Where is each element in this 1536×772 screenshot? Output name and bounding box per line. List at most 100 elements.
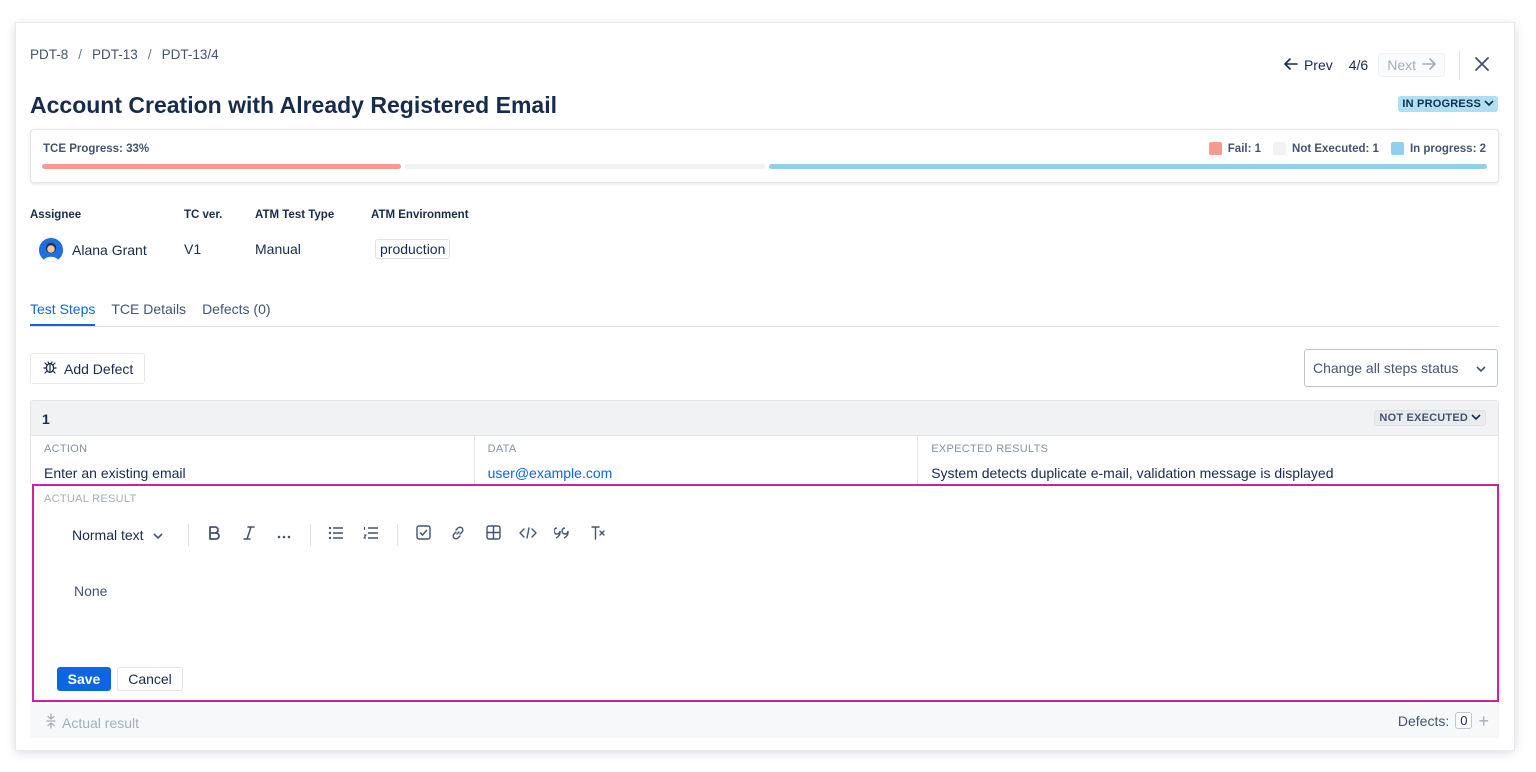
progress-segment-not-executed <box>405 164 765 169</box>
not-executed-swatch <box>1273 142 1287 155</box>
tc-ver-value: V1 <box>184 241 202 257</box>
task-list-button[interactable] <box>406 523 441 547</box>
tab-test-steps[interactable]: Test Steps <box>30 301 96 326</box>
breadcrumb-item[interactable]: PDT-13 <box>92 47 138 62</box>
chevron-down-icon <box>1471 412 1481 424</box>
progress-bar <box>42 164 1487 169</box>
status-dropdown[interactable]: IN PROGRESS <box>1398 96 1498 112</box>
action-header: ACTION <box>44 443 88 455</box>
expected-value[interactable]: System detects duplicate e-mail, validat… <box>931 465 1333 481</box>
bold-icon <box>207 525 221 546</box>
toolbar-separator <box>187 524 189 546</box>
actual-result-editor: ACTUAL RESULT Normal text None Save Canc… <box>32 484 1499 702</box>
data-header: DATA <box>487 443 517 455</box>
step-header: 1 NOT EXECUTED <box>30 400 1499 436</box>
legend-fail-label: Fail: 1 <box>1227 142 1262 155</box>
legend-not-executed: Not Executed: 1 <box>1273 142 1379 155</box>
progress-segment-fail <box>42 164 402 169</box>
test-type-label: ATM Test Type <box>255 209 335 221</box>
arrow-left-icon <box>1284 57 1298 73</box>
link-icon <box>450 525 466 546</box>
actual-result-toggle[interactable]: Actual result <box>46 713 139 732</box>
environment-tag: production <box>375 239 451 259</box>
add-defect-label: Add Defect <box>64 360 134 377</box>
step-footer: Actual result Defects: 0 + <box>30 704 1499 738</box>
editor-toolbar: Normal text <box>72 523 616 547</box>
text-style-label: Normal text <box>72 527 144 543</box>
add-defect-button[interactable]: Add Defect <box>30 353 146 384</box>
avatar <box>39 238 63 262</box>
action-column: ACTION Enter an existing email <box>31 436 475 484</box>
legend-in-progress-label: In progress: 2 <box>1409 142 1486 155</box>
step-status-dropdown[interactable]: NOT EXECUTED <box>1374 410 1486 426</box>
toolbar-separator <box>396 524 398 546</box>
cancel-button[interactable]: Cancel <box>117 667 183 691</box>
more-icon <box>277 526 291 544</box>
expected-column: EXPECTED RESULTS System detects duplicat… <box>918 436 1498 484</box>
nav-divider <box>1459 50 1460 80</box>
next-label: Next <box>1387 57 1416 73</box>
table-button[interactable] <box>476 523 511 547</box>
progress-panel: TCE Progress: 33% Fail: 1 Not Executed: … <box>30 129 1499 183</box>
text-style-dropdown[interactable]: Normal text <box>72 527 180 543</box>
add-defect-plus-icon[interactable]: + <box>1478 712 1489 730</box>
status-label: IN PROGRESS <box>1402 98 1481 110</box>
actual-result-textarea[interactable]: None <box>74 583 107 599</box>
legend-in-progress: In progress: 2 <box>1390 142 1486 155</box>
pagination-nav: Prev 4/6 Next <box>1280 50 1492 80</box>
italic-button[interactable] <box>232 523 267 547</box>
table-icon <box>485 525 501 545</box>
actual-result-toggle-label: Actual result <box>62 714 140 731</box>
data-link[interactable]: user@example.com <box>488 465 613 481</box>
data-column: DATA user@example.com <box>475 436 919 484</box>
close-icon <box>1475 56 1489 74</box>
defects-label: Defects: <box>1397 712 1450 729</box>
link-button[interactable] <box>441 523 476 547</box>
bold-button[interactable] <box>197 523 232 547</box>
clear-formatting-button[interactable] <box>581 523 616 547</box>
step-status-label: NOT EXECUTED <box>1379 412 1468 424</box>
expected-header: EXPECTED RESULTS <box>931 443 1049 455</box>
legend-not-executed-label: Not Executed: 1 <box>1292 142 1379 155</box>
breadcrumb-item[interactable]: PDT-8 <box>30 47 68 62</box>
arrow-right-icon <box>1422 57 1436 73</box>
step-columns: ACTION Enter an existing email DATA user… <box>30 436 1499 484</box>
action-value[interactable]: Enter an existing email <box>44 465 186 481</box>
numbered-list-button[interactable] <box>354 523 389 547</box>
next-button[interactable]: Next <box>1378 53 1445 77</box>
test-type-value: Manual <box>255 241 301 257</box>
actual-result-label: ACTUAL RESULT <box>44 493 137 505</box>
page-title: Account Creation with Already Registered… <box>30 92 557 118</box>
breadcrumb-item[interactable]: PDT-13/4 <box>162 47 219 62</box>
bug-icon <box>42 359 58 378</box>
environment-label: ATM Environment <box>371 209 469 221</box>
defects-count: 0 <box>1455 712 1473 729</box>
breadcrumb: PDT-8 / PDT-13 / PDT-13/4 <box>30 47 219 62</box>
prev-button[interactable]: Prev <box>1280 57 1337 73</box>
quote-button[interactable] <box>546 523 581 547</box>
tab-tce-details[interactable]: TCE Details <box>111 301 186 326</box>
assignee-value[interactable]: Alana Grant <box>72 242 147 258</box>
italic-icon <box>242 525 256 546</box>
more-formatting-button[interactable] <box>267 523 302 547</box>
defects-counter: Defects: 0 + <box>1397 712 1489 730</box>
toolbar-separator <box>309 524 311 546</box>
prev-label: Prev <box>1303 57 1333 73</box>
change-all-steps-status-select[interactable]: Change all steps status <box>1304 349 1498 387</box>
tc-ver-label: TC ver. <box>184 209 223 221</box>
close-button[interactable] <box>1472 55 1492 75</box>
fail-swatch <box>1208 142 1222 155</box>
tab-defects[interactable]: Defects (0) <box>202 301 270 326</box>
code-button[interactable] <box>511 523 546 547</box>
breadcrumb-separator: / <box>147 47 152 62</box>
breadcrumb-separator: / <box>78 47 83 62</box>
clear-format-icon <box>590 525 606 546</box>
change-status-label: Change all steps status <box>1313 360 1459 376</box>
step-number: 1 <box>42 411 50 427</box>
legend-fail: Fail: 1 <box>1208 142 1262 155</box>
bullet-list-button[interactable] <box>319 523 354 547</box>
checkbox-icon <box>415 525 431 545</box>
save-button[interactable]: Save <box>57 667 111 691</box>
code-icon <box>519 526 537 545</box>
bullet-list-icon <box>328 526 344 545</box>
